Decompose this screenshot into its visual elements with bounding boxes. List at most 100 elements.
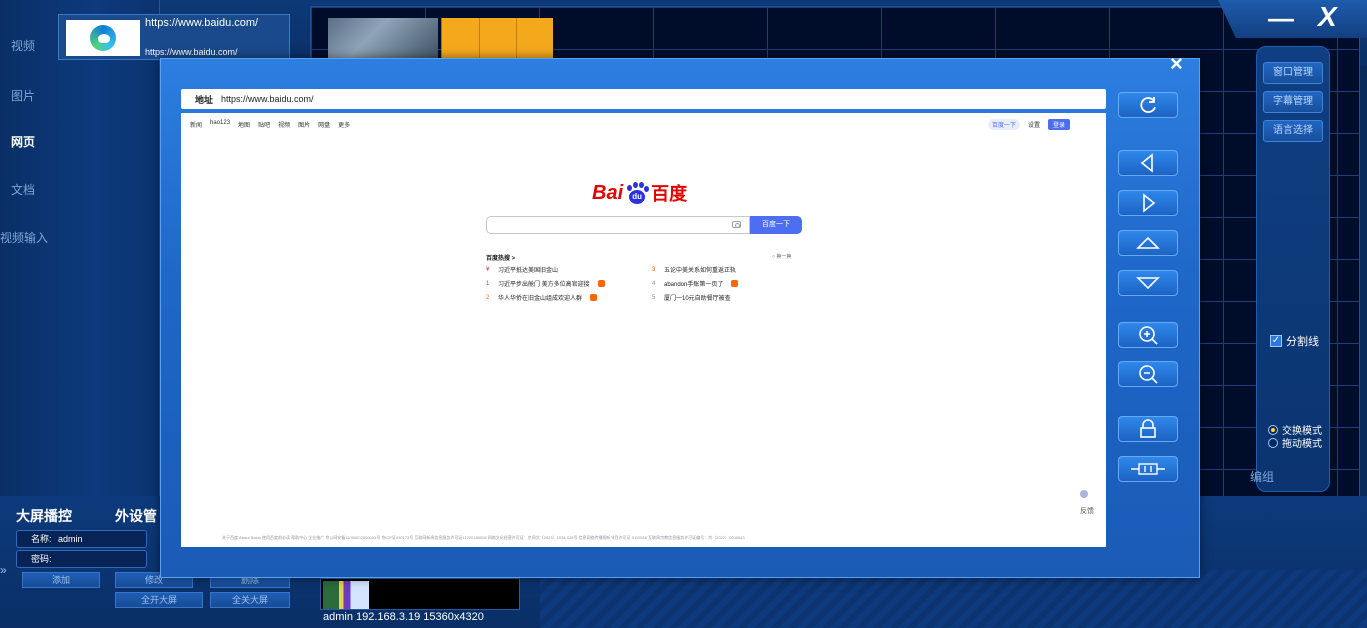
hot-item-rank: ¥	[486, 266, 490, 273]
address-input[interactable]: https://www.baidu.com/	[221, 94, 314, 104]
address-bar[interactable]: 地址 https://www.baidu.com/	[181, 89, 1106, 109]
hot-item-text: 习近平步出舱门 美方多位高官迎接	[498, 282, 590, 288]
hot-item-text: abandon手账第一页了	[664, 282, 724, 288]
lock-icon	[1140, 419, 1156, 438]
feedback-icon[interactable]	[1080, 490, 1088, 498]
baidu-nav-pan[interactable]: 网盘	[318, 120, 330, 129]
baidu-top-nav: 新闻 hao123 地图 贴吧 视频 图片 网盘 更多	[190, 120, 350, 129]
hot-item[interactable]: 2 华人华侨在旧金山组成欢迎人群	[486, 293, 598, 302]
radio-unselected-icon	[1268, 437, 1278, 448]
baidu-nav-map[interactable]: 地图	[238, 120, 250, 129]
window-management-button[interactable]: 窗口管理	[1263, 62, 1323, 84]
mode-radio-drag-label: 拖动模式	[1282, 439, 1322, 450]
arrow-right-icon	[1143, 193, 1156, 213]
hot-item-text: 五论中美关系如何重返正轨	[664, 268, 737, 274]
web-page-frame[interactable]	[181, 113, 1106, 547]
hot-item[interactable]: 4 abandon手账第一页了	[652, 279, 739, 288]
group-edit-label[interactable]: 编组	[1250, 468, 1274, 485]
language-select-button[interactable]: 语言选择	[1263, 120, 1323, 142]
device-status-text: admin 192.168.3.19 15360x4320	[323, 611, 484, 623]
hot-item-rank: 5	[652, 294, 656, 301]
device-thumbnail[interactable]	[320, 578, 520, 610]
refresh-button[interactable]	[1118, 92, 1178, 118]
baidu-nav-more[interactable]: 更多	[338, 120, 350, 129]
zoom-out-button[interactable]	[1118, 361, 1178, 387]
left-nav-item-video-input[interactable]: 视频输入	[0, 218, 150, 258]
hot-item-rank: 3	[652, 266, 656, 273]
hot-item-rank: 4	[652, 280, 656, 287]
baidu-logo-du: 百度	[651, 184, 688, 204]
dialog-close-button[interactable]: ×	[1170, 51, 1183, 77]
source-card-browser[interactable]: https://www.baidu.com/ https://www.baidu…	[58, 14, 290, 60]
baidu-pill-button[interactable]: 百度一下	[988, 119, 1021, 130]
camera-icon[interactable]	[732, 221, 741, 228]
lock-button[interactable]	[1118, 416, 1178, 442]
hot-item[interactable]: ¥ 习近平抵达美国旧金山	[486, 265, 559, 275]
divider-checkbox[interactable]: ✓ 分割线	[1270, 333, 1319, 349]
hot-badge-icon	[597, 280, 605, 287]
add-button[interactable]: 添加	[22, 572, 100, 588]
move-up-button[interactable]	[1118, 230, 1178, 256]
hot-item-text: 习近平抵达美国旧金山	[498, 268, 559, 274]
hot-item-rank: 1	[486, 280, 490, 287]
app-close-button[interactable]: X	[1318, 1, 1337, 33]
password-field[interactable]: 密码:	[16, 550, 147, 568]
source-card-url-secondary: https://www.baidu.com/	[145, 47, 238, 57]
tab-device-management[interactable]: 外设管	[115, 506, 157, 526]
address-label: 地址	[195, 94, 214, 105]
fit-screen-button[interactable]	[1118, 456, 1178, 482]
baidu-logo: Bai du 百度	[592, 180, 687, 206]
close-all-screens-button[interactable]: 全关大屏	[210, 592, 290, 608]
hot-search-refresh-label: 换一换	[776, 254, 792, 260]
hot-item-rank: 2	[486, 294, 490, 301]
zoom-out-icon	[1139, 365, 1158, 384]
zoom-in-icon	[1139, 326, 1158, 345]
source-card-url: https://www.baidu.com/	[145, 17, 259, 29]
password-field-label: 密码:	[31, 554, 52, 564]
arrow-left-icon	[1140, 153, 1153, 173]
baidu-nav-hao123[interactable]: hao123	[210, 120, 230, 129]
zoom-in-button[interactable]	[1118, 322, 1178, 348]
left-nav-item-webpage[interactable]: 网页	[0, 122, 150, 162]
open-all-screens-button[interactable]: 全开大屏	[115, 592, 203, 608]
move-down-button[interactable]	[1118, 270, 1178, 296]
baidu-nav-image[interactable]: 图片	[298, 120, 310, 129]
hot-search-refresh[interactable]: ○ 换一换	[772, 253, 791, 260]
hot-badge-icon	[731, 280, 739, 287]
baidu-nav-video[interactable]: 视频	[278, 120, 290, 129]
name-field-value: admin	[58, 534, 83, 544]
minimize-button[interactable]: —	[1268, 3, 1294, 34]
move-right-button[interactable]	[1118, 190, 1178, 216]
edge-icon	[90, 25, 116, 51]
device-preview-image	[323, 581, 369, 609]
left-nav-item-image[interactable]: 图片	[0, 76, 150, 116]
subtitle-management-button[interactable]: 字幕管理	[1263, 91, 1323, 113]
move-left-button[interactable]	[1118, 150, 1178, 176]
baidu-settings-link[interactable]: 设置	[1028, 120, 1040, 129]
fit-icon	[1131, 463, 1165, 475]
hot-item[interactable]: 5 厦门一10元自助餐厅被查	[652, 293, 731, 303]
feedback-label[interactable]: 反馈	[1080, 506, 1094, 516]
baidu-nav-tieba[interactable]: 贴吧	[258, 120, 270, 129]
baidu-paw-text: du	[629, 190, 646, 204]
arrow-down-icon	[1136, 277, 1160, 290]
hot-item-text: 华人华侨在旧金山组成欢迎人群	[498, 296, 583, 302]
hot-item[interactable]: 3 五论中美关系如何重返正轨	[652, 265, 737, 275]
bottom-pattern	[540, 570, 1367, 628]
hot-search-title[interactable]: 百度热搜 >	[486, 253, 515, 262]
left-nav-item-document[interactable]: 文档	[0, 170, 150, 210]
name-field[interactable]: 名称: admin	[16, 530, 147, 548]
expand-arrow-icon[interactable]: »	[0, 563, 7, 577]
refresh-icon	[1140, 97, 1156, 113]
name-field-label: 名称:	[31, 534, 52, 544]
baidu-logo-bai: Bai	[592, 181, 624, 204]
baidu-login-button[interactable]: 登录	[1048, 119, 1071, 130]
mode-radio-drag[interactable]: 拖动模式	[1268, 435, 1322, 450]
hot-item[interactable]: 1 习近平步出舱门 美方多位高官迎接	[486, 279, 605, 288]
baidu-search-input[interactable]	[486, 216, 750, 234]
wall-window-video[interactable]	[328, 18, 438, 60]
baidu-nav-news[interactable]: 新闻	[190, 120, 202, 129]
baidu-search-button[interactable]: 百度一下	[750, 216, 802, 234]
tab-wall-control[interactable]: 大屏播控	[16, 506, 72, 526]
wall-window-highlight[interactable]	[441, 18, 553, 60]
